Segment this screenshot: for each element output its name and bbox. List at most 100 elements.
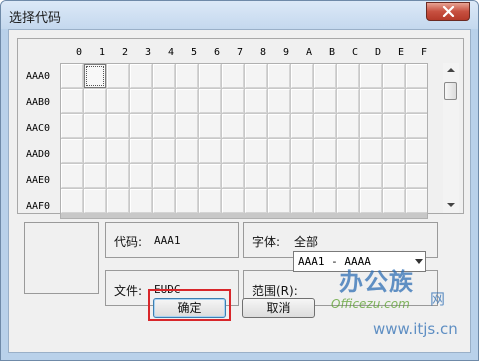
- grid-cell[interactable]: [314, 89, 336, 113]
- grid-cell[interactable]: [314, 64, 336, 88]
- grid-cell[interactable]: [314, 139, 336, 163]
- grid-cell[interactable]: [153, 89, 175, 113]
- grid-cell[interactable]: [130, 114, 152, 138]
- grid-cell[interactable]: [84, 114, 106, 138]
- grid-cell[interactable]: [61, 114, 83, 138]
- grid-cell[interactable]: [337, 89, 359, 113]
- grid-cell[interactable]: [245, 64, 267, 88]
- grid-cell[interactable]: [222, 89, 244, 113]
- grid-cell[interactable]: [107, 89, 129, 113]
- grid-cell[interactable]: [199, 114, 221, 138]
- grid-cell[interactable]: [84, 189, 106, 213]
- grid-cell[interactable]: [337, 189, 359, 213]
- grid-cell[interactable]: [61, 64, 83, 88]
- grid-cell[interactable]: [245, 189, 267, 213]
- grid-cell[interactable]: [130, 64, 152, 88]
- grid-cell[interactable]: [337, 164, 359, 188]
- grid-cell[interactable]: [84, 64, 106, 88]
- grid-cell[interactable]: [291, 114, 313, 138]
- grid-cell[interactable]: [291, 64, 313, 88]
- grid-cell[interactable]: [222, 189, 244, 213]
- grid-cell[interactable]: [337, 139, 359, 163]
- grid-cell[interactable]: [383, 189, 405, 213]
- grid-cell[interactable]: [61, 139, 83, 163]
- grid-cell[interactable]: [176, 189, 198, 213]
- grid-cell[interactable]: [199, 139, 221, 163]
- grid-cell[interactable]: [199, 64, 221, 88]
- grid-cell[interactable]: [245, 89, 267, 113]
- grid-cell[interactable]: [383, 114, 405, 138]
- grid-cell[interactable]: [153, 64, 175, 88]
- vertical-scrollbar[interactable]: [443, 63, 459, 213]
- grid-cell[interactable]: [176, 89, 198, 113]
- grid-cell[interactable]: [383, 139, 405, 163]
- grid-cell[interactable]: [360, 164, 382, 188]
- grid-cell[interactable]: [314, 189, 336, 213]
- grid-cell[interactable]: [360, 89, 382, 113]
- grid-cell[interactable]: [107, 139, 129, 163]
- cancel-button[interactable]: 取消: [242, 298, 315, 318]
- grid-cell[interactable]: [61, 89, 83, 113]
- grid-cell[interactable]: [383, 164, 405, 188]
- ok-button[interactable]: 确定: [153, 298, 226, 318]
- scroll-down-icon[interactable]: [447, 203, 455, 207]
- grid-cell[interactable]: [360, 64, 382, 88]
- grid-cell[interactable]: [245, 114, 267, 138]
- grid-cell[interactable]: [130, 89, 152, 113]
- grid-cell[interactable]: [291, 89, 313, 113]
- grid-cell[interactable]: [406, 114, 427, 138]
- grid-cell[interactable]: [268, 64, 290, 88]
- grid-cell[interactable]: [314, 114, 336, 138]
- grid-cell[interactable]: [268, 89, 290, 113]
- scroll-up-icon[interactable]: [447, 68, 455, 72]
- grid-cell[interactable]: [84, 164, 106, 188]
- title-bar[interactable]: 选择代码: [1, 1, 478, 29]
- grid-cell[interactable]: [107, 114, 129, 138]
- grid-cell[interactable]: [153, 189, 175, 213]
- grid-cell[interactable]: [337, 114, 359, 138]
- grid-cell[interactable]: [268, 189, 290, 213]
- grid-cell[interactable]: [291, 164, 313, 188]
- grid-cell[interactable]: [199, 89, 221, 113]
- grid-cell[interactable]: [360, 114, 382, 138]
- grid-cell[interactable]: [107, 64, 129, 88]
- grid-cell[interactable]: [130, 139, 152, 163]
- grid-cell[interactable]: [268, 139, 290, 163]
- scrollbar-thumb[interactable]: [444, 82, 457, 100]
- grid-cell[interactable]: [360, 189, 382, 213]
- grid-cell[interactable]: [130, 164, 152, 188]
- grid-cell[interactable]: [61, 189, 83, 213]
- grid-cell[interactable]: [176, 164, 198, 188]
- grid-cell[interactable]: [84, 89, 106, 113]
- grid-cell[interactable]: [360, 139, 382, 163]
- grid-cell[interactable]: [406, 139, 427, 163]
- grid-cell[interactable]: [314, 164, 336, 188]
- grid-cell[interactable]: [245, 164, 267, 188]
- grid-cell[interactable]: [107, 189, 129, 213]
- grid-cell[interactable]: [291, 189, 313, 213]
- grid-cell[interactable]: [337, 64, 359, 88]
- grid-cell[interactable]: [153, 114, 175, 138]
- grid-cell[interactable]: [406, 64, 427, 88]
- grid-cell[interactable]: [222, 139, 244, 163]
- grid-cell[interactable]: [84, 139, 106, 163]
- grid-cell[interactable]: [222, 114, 244, 138]
- grid-cell[interactable]: [406, 164, 427, 188]
- grid-cell[interactable]: [107, 164, 129, 188]
- grid-cell[interactable]: [222, 164, 244, 188]
- close-button[interactable]: [426, 2, 470, 21]
- grid-cell[interactable]: [61, 164, 83, 188]
- grid-cell[interactable]: [383, 89, 405, 113]
- grid-cell[interactable]: [176, 114, 198, 138]
- grid-cell[interactable]: [406, 189, 427, 213]
- grid-cell[interactable]: [153, 164, 175, 188]
- grid-cell[interactable]: [222, 64, 244, 88]
- grid-cell[interactable]: [268, 114, 290, 138]
- grid-cell[interactable]: [176, 64, 198, 88]
- grid-cell[interactable]: [199, 189, 221, 213]
- grid-cell[interactable]: [176, 139, 198, 163]
- grid-cell[interactable]: [406, 89, 427, 113]
- grid-cell[interactable]: [245, 139, 267, 163]
- grid-cell[interactable]: [130, 189, 152, 213]
- grid-cell[interactable]: [153, 139, 175, 163]
